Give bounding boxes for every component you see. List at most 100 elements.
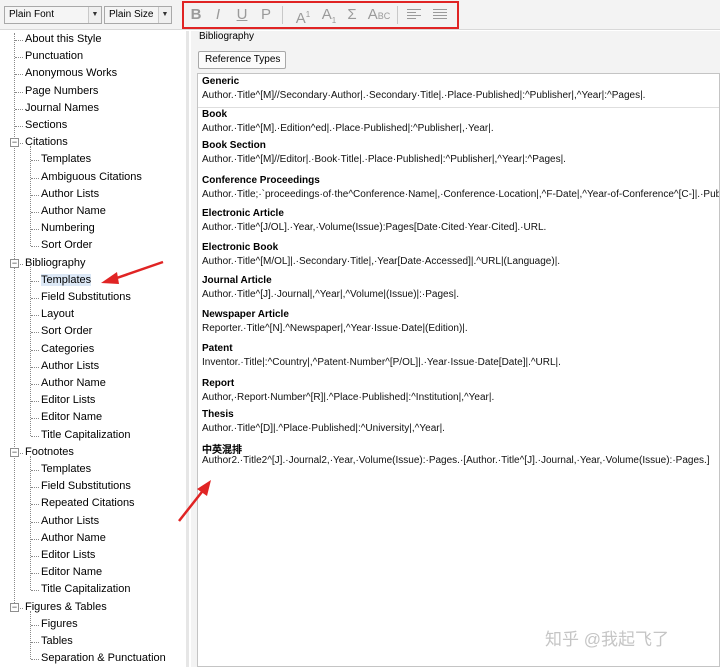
- tree-item-bibliography-sort-order[interactable]: Sort Order: [41, 323, 92, 340]
- tree-item-footnotes-title-capitalization[interactable]: Title Capitalization: [41, 581, 130, 598]
- tree-item-about-this-style[interactable]: About this Style: [25, 31, 101, 48]
- reference-type-label: Newspaper Article: [202, 309, 289, 320]
- small-caps-button[interactable]: ABC: [366, 3, 392, 27]
- tree-item-bibliography-templates[interactable]: Templates: [41, 272, 92, 289]
- tree-connector: [31, 556, 39, 557]
- reference-type-label: Generic: [202, 76, 240, 87]
- reference-types-button[interactable]: Reference Types: [198, 51, 286, 69]
- arrow-annotation-icon: [178, 480, 211, 522]
- tree-item-footnotes-author-lists[interactable]: Author Lists: [41, 513, 99, 530]
- tree-item-label: Categories: [41, 342, 95, 355]
- tree-item-sections[interactable]: Sections: [25, 117, 67, 134]
- tree-item-bibliography-author-lists[interactable]: Author Lists: [41, 358, 99, 375]
- symbol-button[interactable]: Σ: [344, 3, 360, 27]
- chevron-down-icon[interactable]: ▼: [88, 7, 101, 23]
- tree-item-label: Repeated Citations: [41, 497, 135, 510]
- format-toolbar: Plain Font ▼ Plain Size ▼ B I U P A1 A1 …: [0, 0, 720, 30]
- tree-item-footnotes[interactable]: Footnotes: [25, 444, 74, 461]
- tree-item-footnotes-editor-lists[interactable]: Editor Lists: [41, 547, 95, 564]
- template-text[interactable]: Reporter.·Title^[N].^Newspaper|,^Year·Is…: [202, 323, 468, 334]
- tree-item-bibliography-field-substitutions[interactable]: Field Substitutions: [41, 289, 131, 306]
- tree-item-bibliography-editor-lists[interactable]: Editor Lists: [41, 392, 95, 409]
- tree-item-label: Templates: [41, 273, 92, 286]
- tree-item-footnotes-editor-name[interactable]: Editor Name: [41, 564, 102, 581]
- reference-type-label: Journal Article: [202, 275, 272, 286]
- tree-item-bibliography-categories[interactable]: Categories: [41, 341, 94, 358]
- reference-type-label: Electronic Book: [202, 242, 279, 253]
- tree-connector: [15, 40, 23, 41]
- size-select[interactable]: Plain Size ▼: [104, 6, 172, 24]
- template-text[interactable]: Author,·Report·Number^[R]|.^Place·Publis…: [202, 392, 494, 403]
- tree-connector: [31, 487, 39, 489]
- tree-scrollbar[interactable]: [186, 31, 189, 667]
- tree-item-bibliography[interactable]: Bibliography: [25, 255, 86, 272]
- tree-item-label: Layout: [41, 308, 75, 321]
- italic-button[interactable]: I: [210, 3, 226, 27]
- tree-item-anonymous-works[interactable]: Anonymous Works: [25, 65, 117, 82]
- tree-item-footnotes-repeated-citations[interactable]: Repeated Citations: [41, 495, 135, 512]
- tree-item-footnotes-author-name[interactable]: Author Name: [41, 530, 106, 547]
- tree-item-figures-and-tables[interactable]: Figures & Tables: [25, 599, 107, 616]
- tree-connector: [31, 298, 39, 299]
- tree-item-citations-ambiguous-citations[interactable]: Ambiguous Citations: [41, 169, 142, 186]
- tree-item-citations-author-lists[interactable]: Author Lists: [41, 186, 99, 203]
- tree-item-bibliography-author-name[interactable]: Author Name: [41, 375, 106, 392]
- tree-item-citations-numbering[interactable]: Numbering: [41, 220, 95, 237]
- chevron-down-icon[interactable]: ▼: [158, 7, 171, 23]
- tree-item-punctuation[interactable]: Punctuation: [25, 48, 83, 65]
- collapse-icon[interactable]: −: [10, 258, 19, 268]
- tree-item-bibliography-editor-name[interactable]: Editor Name: [41, 409, 102, 426]
- tree-item-label: Journal Names: [25, 101, 99, 114]
- tree-connector: [31, 470, 39, 471]
- tree-item-citations-sort-order[interactable]: Sort Order: [41, 237, 92, 254]
- bold-button[interactable]: B: [188, 3, 204, 27]
- template-text[interactable]: Author.·Title^[J].·Journal|,^Year|,^Volu…: [202, 289, 459, 300]
- font-select[interactable]: Plain Font ▼: [4, 6, 102, 24]
- template-text[interactable]: Author.·Title;·`proceedings·of·the^Confe…: [202, 189, 719, 200]
- superscript-button[interactable]: A1: [292, 3, 314, 27]
- template-text[interactable]: Author.·Title^[M]//Editor|.·Book·Title|.…: [202, 154, 566, 165]
- tree-item-footnotes-field-substitutions[interactable]: Field Substitutions: [41, 478, 131, 495]
- tree-item-journal-names[interactable]: Journal Names: [25, 100, 99, 117]
- tree-item-bibliography-layout[interactable]: Layout: [41, 306, 74, 323]
- tree-item-label: Author Name: [41, 531, 106, 544]
- align-left-icon[interactable]: [407, 9, 421, 21]
- template-editor[interactable]: Generic Author.·Title^[M]//Secondary·Auth…: [197, 73, 720, 667]
- subscript-button[interactable]: A1: [318, 3, 340, 27]
- toolbar-separator: [397, 6, 398, 24]
- tree-connector: [31, 521, 39, 523]
- tree-item-bibliography-title-capitalization[interactable]: Title Capitalization: [41, 427, 130, 444]
- template-text[interactable]: Author.·Title^[M/OL]|.·Secondary·Title|,…: [202, 256, 560, 267]
- tree-item-citations[interactable]: Citations: [25, 134, 68, 151]
- template-text[interactable]: Author.·Title^[M].·Edition^ed|.·Place·Pu…: [202, 123, 494, 134]
- template-text[interactable]: Inventor.·Title|:^Country|,^Patent·Numbe…: [202, 357, 561, 368]
- collapse-icon[interactable]: −: [10, 447, 19, 457]
- collapse-icon[interactable]: −: [10, 602, 19, 612]
- underline-button[interactable]: U: [234, 3, 250, 27]
- tree-item-page-numbers[interactable]: Page Numbers: [25, 83, 98, 100]
- tree-item-footnotes-templates[interactable]: Templates: [41, 461, 91, 478]
- tree-item-label: Field Substitutions: [41, 291, 131, 303]
- template-text[interactable]: Author2.·Title2^[J].·Journal2,·Year,·Vol…: [202, 455, 710, 466]
- template-text[interactable]: Author.·Title^[D]|.^Place·Published|:^Un…: [202, 423, 445, 434]
- tree-item-label: Author Lists: [41, 359, 100, 372]
- tree-item-tables[interactable]: Tables: [41, 633, 73, 650]
- collapse-icon[interactable]: −: [10, 138, 19, 148]
- template-text[interactable]: Author.·Title^[M]//Secondary·Author|.·Se…: [202, 90, 645, 101]
- tree-connector: [31, 418, 39, 420]
- plain-button[interactable]: P: [258, 3, 274, 27]
- reference-type-label: Conference Proceedings: [202, 175, 320, 186]
- tree-connector: [31, 229, 39, 231]
- align-justify-icon[interactable]: [433, 9, 447, 21]
- tree-item-citations-templates[interactable]: Templates: [41, 151, 91, 168]
- tree-item-separation-and-punctuation[interactable]: Separation & Punctuation: [41, 650, 166, 667]
- tree-item-figures[interactable]: Figures: [41, 616, 78, 633]
- reference-type-label: 中英混排: [202, 445, 242, 456]
- arrow-annotation-icon: [101, 260, 164, 284]
- tree-item-label: Ambiguous Citations: [41, 170, 142, 183]
- tree-item-citations-author-name[interactable]: Author Name: [41, 203, 106, 220]
- template-text[interactable]: Author.·Title^[J/OL].·Year,·Volume(Issue…: [202, 222, 546, 233]
- tree-branch-line: [30, 266, 31, 436]
- tree-connector: [15, 108, 23, 110]
- tree-item-label: Editor Name: [41, 566, 103, 579]
